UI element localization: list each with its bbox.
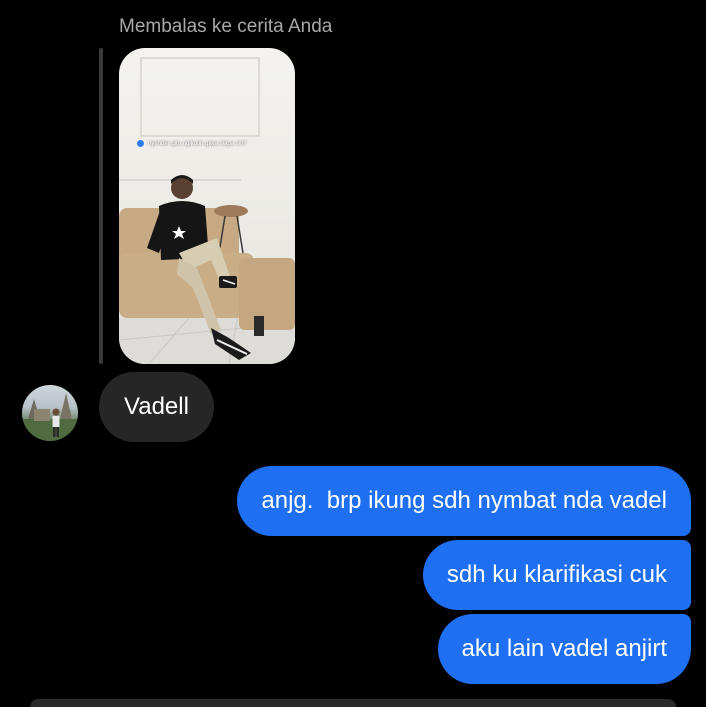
- message-text: Vadell: [124, 393, 189, 420]
- story-preview[interactable]: nyender gitu ngikutin gaya siapa sih?: [119, 48, 295, 364]
- sender-avatar[interactable]: [22, 385, 78, 441]
- message-text: sdh ku klarifikasi cuk: [446, 561, 667, 588]
- message-bubble-outgoing[interactable]: sdh ku klarifikasi cuk: [422, 540, 691, 610]
- composer-edge: [30, 699, 676, 707]
- message-bubble-outgoing[interactable]: anjg. brp ikung sdh nymbat nda vadel: [237, 466, 691, 536]
- reply-context-label: Membalas ke cerita Anda: [119, 16, 333, 37]
- avatar-photo: [22, 393, 78, 441]
- story-caption: nyender gitu ngikutin gaya siapa sih?: [137, 140, 247, 147]
- caption-icon: [137, 140, 144, 147]
- message-bubble-outgoing[interactable]: aku lain vadel anjirt: [437, 614, 691, 684]
- reply-quote-bar: [99, 48, 103, 364]
- story-caption-text: nyender gitu ngikutin gaya siapa sih?: [148, 140, 247, 147]
- story-photo: [119, 57, 295, 364]
- message-text: anjg. brp ikung sdh nymbat nda vadel: [261, 487, 667, 514]
- message-text: aku lain vadel anjirt: [461, 635, 667, 662]
- message-bubble-incoming[interactable]: Vadell: [99, 372, 214, 442]
